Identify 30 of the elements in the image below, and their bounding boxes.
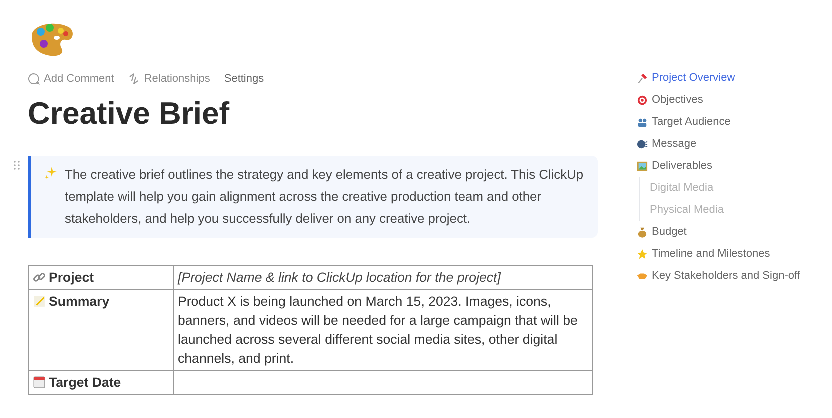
row-label: Summary [49, 292, 110, 310]
framed-picture-icon [637, 160, 648, 172]
star-icon [637, 248, 648, 260]
outline-item[interactable]: Key Stakeholders and Sign-off [652, 268, 800, 284]
outline-item[interactable]: Budget [652, 224, 687, 240]
outline-item[interactable]: Project Overview [652, 70, 736, 86]
page-title: Creative Brief [28, 94, 231, 132]
calendar-icon [33, 376, 46, 388]
outline-item[interactable]: Target Audience [652, 114, 731, 130]
relationships-button[interactable]: Relationships [128, 71, 210, 88]
outline-item[interactable]: Objectives [652, 92, 704, 108]
people-icon [637, 116, 648, 128]
pin-icon [637, 72, 648, 84]
comment-icon [28, 73, 40, 86]
drag-handle-icon [14, 161, 20, 170]
outline-item[interactable]: Message [652, 136, 697, 152]
row-value: Product X is being launched on March 15, 2023. Images, icons, banners, and videos will be needed for a large campaign that will be launched across several different social media sites, other digital channels, and print. [178, 294, 578, 366]
outline-item[interactable]: Timeline and Milestones [652, 246, 770, 262]
money-bag-icon [637, 226, 648, 238]
row-label: Project [49, 268, 94, 286]
callout-text: The creative brief outlines the strategy and key elements of a creative project. This ClickUp template will help you gain alignment across the creative production team and other stakeholders, and help you successfully deliver on any creative project. [65, 166, 584, 228]
target-icon [637, 94, 648, 106]
settings-button[interactable]: Settings [224, 71, 264, 88]
outline-item[interactable]: Deliverables [652, 158, 713, 174]
link-icon [33, 270, 46, 284]
row-label: Target Date [49, 374, 122, 392]
add-comment-button[interactable]: Add Comment [28, 71, 114, 88]
relationship-icon [128, 73, 140, 86]
row-value: [Project Name & link to ClickUp location for the project] [178, 270, 501, 284]
sparkles-icon [45, 166, 57, 178]
